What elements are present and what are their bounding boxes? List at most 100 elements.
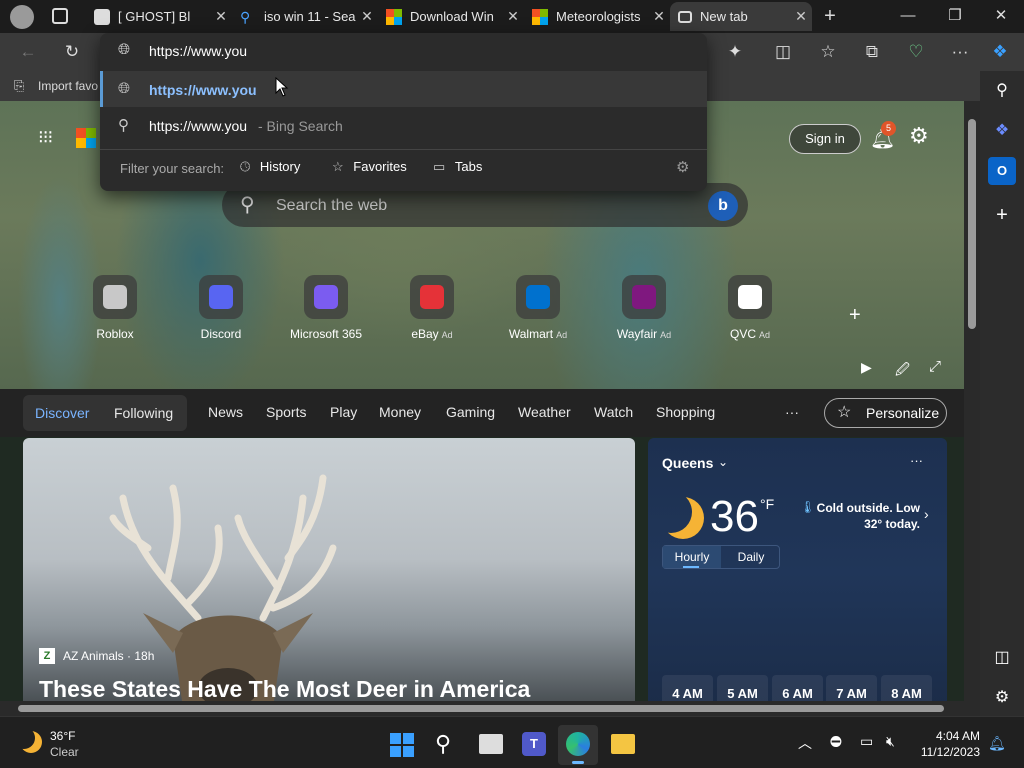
edge-taskbar-button[interactable] bbox=[558, 725, 598, 765]
outlook-icon[interactable]: O bbox=[988, 157, 1016, 185]
microsoft-logo-icon bbox=[76, 128, 96, 148]
show-hidden-icons-chevron-icon[interactable]: ︿ bbox=[798, 733, 812, 753]
file-explorer-icon[interactable] bbox=[611, 734, 635, 754]
quick-link-qvc[interactable]: QVC Ad bbox=[705, 275, 795, 341]
copilot-icon[interactable]: ❖ bbox=[987, 40, 1013, 64]
weather-location[interactable]: Queens bbox=[662, 455, 713, 471]
copilot-icon[interactable]: ❖ bbox=[988, 117, 1016, 145]
suggestion-row[interactable]: ⚲ https://www.you - Bing Search bbox=[100, 107, 707, 143]
quick-link-label: QVC bbox=[729, 327, 756, 341]
quick-link-ebay[interactable]: eBay Ad bbox=[387, 275, 477, 341]
add-sidebar-plus-icon[interactable]: + bbox=[988, 201, 1016, 229]
clock-date[interactable]: 11/12/2023 bbox=[910, 745, 980, 759]
horizontal-scrollbar[interactable] bbox=[0, 701, 980, 716]
search-icon[interactable]: ⚲ bbox=[988, 77, 1016, 105]
quick-link-wayfair[interactable]: Wayfair Ad bbox=[599, 275, 689, 341]
extensions-icon[interactable]: ✦ bbox=[722, 40, 748, 64]
vertical-scroll-thumb[interactable] bbox=[968, 119, 976, 329]
clock-time[interactable]: 4:04 AM bbox=[920, 729, 980, 743]
split-screen-icon[interactable]: ◫ bbox=[770, 40, 796, 64]
tab-iso-win11[interactable]: ⚲ iso win 11 - Sea ✕ bbox=[232, 2, 378, 31]
close-window-icon[interactable]: ✕ bbox=[981, 4, 1021, 28]
import-favorites-link[interactable]: Import favo bbox=[38, 79, 98, 93]
more-nav-icon[interactable]: ··· bbox=[785, 404, 799, 420]
network-icon[interactable]: ⛔︎ bbox=[830, 733, 842, 750]
taskbar-search-icon[interactable]: ⚲ bbox=[435, 731, 451, 757]
chevron-right-icon[interactable]: › bbox=[924, 506, 929, 522]
following-tab[interactable]: Following bbox=[114, 405, 173, 421]
change-background-icon[interactable]: 🖉 bbox=[895, 359, 910, 383]
bing-chat-icon[interactable]: b bbox=[708, 191, 738, 221]
filter-history-button[interactable]: 🕓︎ History bbox=[240, 159, 300, 179]
vertical-scrollbar[interactable] bbox=[964, 101, 980, 701]
horizontal-scroll-thumb[interactable] bbox=[18, 705, 944, 712]
filter-favorites-button[interactable]: ☆ Favorites bbox=[332, 159, 407, 179]
hour-forecast[interactable]: 8 AM36°💧︎0% bbox=[881, 675, 932, 701]
filter-tabs-button[interactable]: ▭ Tabs bbox=[433, 159, 482, 179]
back-arrow-icon[interactable]: ← bbox=[15, 40, 41, 64]
minimize-icon[interactable]: — bbox=[888, 4, 928, 28]
volume-mute-icon[interactable]: 🔇︎ bbox=[886, 733, 895, 750]
nav-gaming[interactable]: Gaming bbox=[446, 404, 495, 420]
hour-forecast[interactable]: 5 AM36°💧︎0% bbox=[717, 675, 768, 701]
refresh-icon[interactable]: ↻ bbox=[59, 40, 85, 64]
display-icon[interactable]: ▭ bbox=[860, 733, 873, 750]
notification-bell-icon[interactable]: 🔔︎ bbox=[988, 735, 1006, 752]
chevron-down-icon[interactable]: ⌄ bbox=[718, 455, 728, 469]
tab-meteorologists[interactable]: Meteorologists ✕ bbox=[524, 2, 670, 31]
quick-link-discord[interactable]: Discord bbox=[176, 275, 266, 341]
tab-download-windows[interactable]: Download Win ✕ bbox=[378, 2, 524, 31]
nav-shopping[interactable]: Shopping bbox=[656, 404, 715, 420]
nav-weather[interactable]: Weather bbox=[518, 404, 571, 420]
hour-forecast[interactable]: 6 AM35°💧︎0% bbox=[772, 675, 823, 701]
nav-news[interactable]: News bbox=[208, 404, 243, 420]
discover-tab[interactable]: Discover bbox=[35, 405, 89, 421]
hour-forecast[interactable]: 7 AM35°💧︎0% bbox=[826, 675, 877, 701]
nav-watch[interactable]: Watch bbox=[594, 404, 633, 420]
settings-gear-icon[interactable]: ⚙ bbox=[909, 123, 929, 149]
weather-moon-icon[interactable] bbox=[20, 731, 42, 753]
teams-icon[interactable]: T bbox=[522, 732, 546, 756]
hide-sidebar-icon[interactable]: ◫ bbox=[988, 644, 1016, 672]
hourly-tab[interactable]: Hourly bbox=[663, 546, 721, 568]
close-tab-icon[interactable]: ✕ bbox=[648, 8, 670, 25]
profile-avatar[interactable] bbox=[10, 5, 34, 29]
nav-sports[interactable]: Sports bbox=[266, 404, 306, 420]
nav-money[interactable]: Money bbox=[379, 404, 421, 420]
favorites-star-icon[interactable]: ☆ bbox=[815, 40, 841, 64]
tab-actions-icon[interactable] bbox=[52, 8, 68, 24]
weather-more-icon[interactable]: ··· bbox=[910, 453, 923, 468]
collections-icon[interactable]: ⧉ bbox=[859, 40, 885, 64]
address-input[interactable]: https://www.you bbox=[149, 43, 247, 59]
new-tab-plus-icon[interactable]: + bbox=[810, 4, 850, 28]
play-icon[interactable]: ▶ bbox=[861, 359, 872, 376]
article-headline[interactable]: These States Have The Most Deer in Ameri… bbox=[39, 676, 530, 701]
quick-link-microsoft-365[interactable]: Microsoft 365 bbox=[281, 275, 371, 341]
hour-forecast[interactable]: 4 AM36°💧︎0% bbox=[662, 675, 713, 701]
search-settings-gear-icon[interactable]: ⚙ bbox=[676, 158, 689, 176]
sign-in-button[interactable]: Sign in bbox=[789, 124, 861, 154]
taskbar-weather-temp[interactable]: 36°F bbox=[50, 729, 75, 743]
daily-tab[interactable]: Daily bbox=[725, 546, 777, 568]
task-view-icon[interactable] bbox=[479, 734, 503, 754]
article-card[interactable]: Z AZ Animals · 18h These States Have The… bbox=[23, 438, 635, 701]
close-tab-icon[interactable]: ✕ bbox=[502, 8, 524, 25]
fullscreen-icon[interactable]: ⤢ bbox=[929, 358, 941, 375]
quick-link-roblox[interactable]: Roblox bbox=[70, 275, 160, 341]
close-tab-icon[interactable]: ✕ bbox=[356, 8, 378, 25]
restore-icon[interactable]: ❐ bbox=[935, 4, 975, 28]
start-windows-icon[interactable] bbox=[390, 733, 414, 757]
tab-ghost[interactable]: [ GHOST] Bl ✕ bbox=[86, 2, 232, 31]
suggestion-row[interactable]: 🌐︎ https://www.you bbox=[100, 71, 707, 107]
tab-new-tab[interactable]: New tab ✕ bbox=[670, 2, 812, 31]
app-launcher-icon[interactable]: ⁝⁝⁝ bbox=[38, 127, 58, 147]
browser-essentials-icon[interactable]: ♡ bbox=[903, 40, 929, 64]
quick-link-walmart[interactable]: Walmart Ad bbox=[493, 275, 583, 341]
close-tab-icon[interactable]: ✕ bbox=[210, 8, 232, 25]
close-tab-icon[interactable]: ✕ bbox=[790, 8, 812, 25]
filter-tabs-label: Tabs bbox=[454, 159, 483, 174]
more-menu-icon[interactable]: ··· bbox=[947, 40, 973, 64]
sidebar-settings-gear-icon[interactable]: ⚙ bbox=[988, 684, 1016, 712]
nav-play[interactable]: Play bbox=[330, 404, 357, 420]
personalize-button[interactable]: ☆ Personalize bbox=[824, 398, 947, 428]
